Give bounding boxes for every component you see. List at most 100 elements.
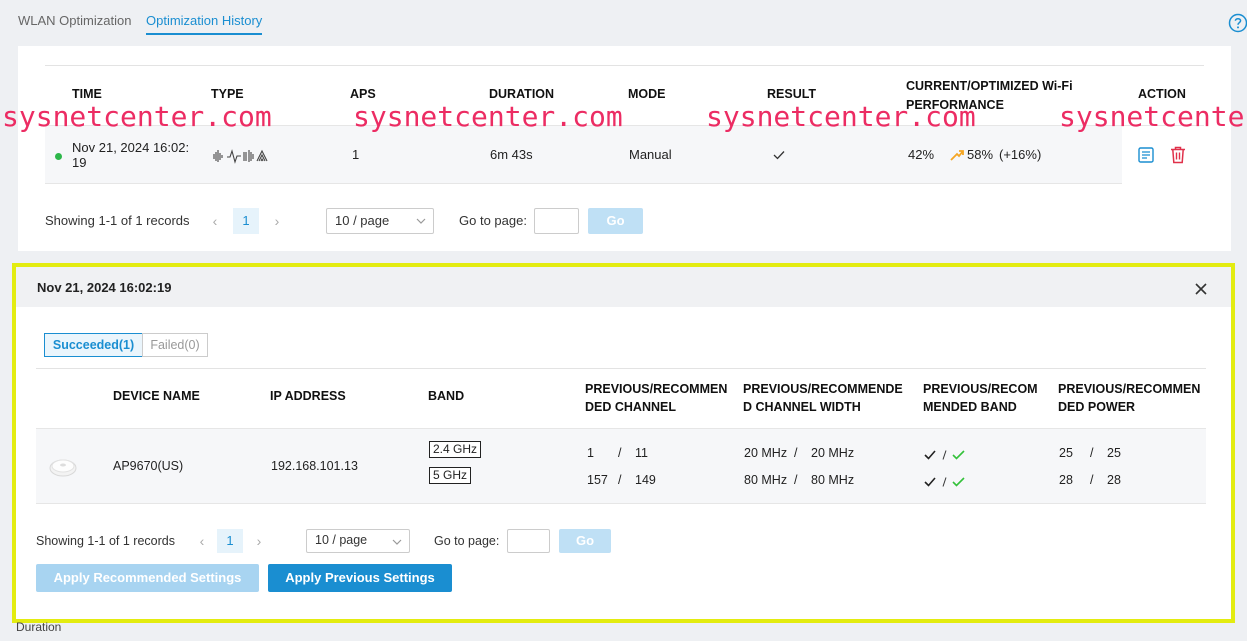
col-performance: CURRENT/OPTIMIZED Wi-Fi PERFORMANCE <box>906 77 1073 115</box>
power-prev-5g: 28 <box>1059 473 1073 487</box>
access-point-icon <box>49 459 77 477</box>
detail-icon[interactable] <box>1138 147 1154 163</box>
ip-address-cell: 192.168.101.13 <box>271 459 358 473</box>
device-name-cell: AP9670(US) <box>113 459 184 473</box>
goto-label: Go to page: <box>459 213 527 228</box>
width-rec-5g: 80 MHz <box>811 473 855 487</box>
tab-optimization-history[interactable]: Optimization History <box>146 13 263 35</box>
band-match-5g <box>924 477 965 487</box>
panel-header: Nov 21, 2024 16:02:19 <box>16 267 1231 307</box>
col-channel-width: PREVIOUS/RECOMMENDE D CHANNEL WIDTH <box>743 380 903 416</box>
col-time: TIME <box>72 87 102 101</box>
separator: / <box>618 446 622 460</box>
width-prev-5g: 80 MHz <box>744 473 788 487</box>
col-device-name: DEVICE NAME <box>113 389 200 403</box>
page-size-value: 10 / page <box>315 533 368 547</box>
col-ip-address: IP ADDRESS <box>270 389 346 403</box>
page-number-button[interactable]: 1 <box>233 208 259 234</box>
channel-prev-2g: 1 <box>587 446 594 460</box>
history-pagination: Showing 1-1 of 1 records ‹ 1 › 10 / page… <box>45 208 745 234</box>
band-tag-5g: 5 GHz <box>429 467 472 484</box>
perf-optimized: 58% <box>967 147 994 162</box>
help-icon[interactable] <box>1228 13 1247 33</box>
col-channel-line2: DED CHANNEL <box>585 400 676 414</box>
aps-cell: 1 <box>352 147 360 162</box>
col-performance-line1: CURRENT/OPTIMIZED Wi-Fi <box>906 79 1073 93</box>
col-channel-line1: PREVIOUS/RECOMMEN <box>585 382 728 396</box>
goto-page-input[interactable] <box>507 529 550 553</box>
col-power: PREVIOUS/RECOMMEN DED POWER <box>1058 380 1200 416</box>
history-card: TIME TYPE APS DURATION MODE RESULT CURRE… <box>18 46 1231 251</box>
time-line2: 19 <box>72 155 87 170</box>
col-recommended-band: PREVIOUS/RECOM MENDED BAND <box>923 380 1038 416</box>
col-width-line1: PREVIOUS/RECOMMENDE <box>743 382 903 396</box>
close-icon[interactable] <box>1195 283 1207 295</box>
duration-cell: 6m 43s <box>490 147 533 162</box>
chevron-down-icon <box>392 539 402 545</box>
time-line1: Nov 21, 2024 16:02: <box>72 140 190 155</box>
col-channel: PREVIOUS/RECOMMEN DED CHANNEL <box>585 380 727 416</box>
tab-succeeded[interactable]: Succeeded(1) <box>44 333 143 357</box>
status-dot <box>55 153 62 160</box>
power-rec-5g: 28 <box>1107 473 1121 487</box>
goto-label: Go to page: <box>434 534 500 548</box>
col-mode: MODE <box>628 87 666 101</box>
device-table-header: DEVICE NAME IP ADDRESS BAND PREVIOUS/REC… <box>36 368 1206 428</box>
width-rec-2g: 20 MHz <box>811 446 855 460</box>
clipped-label: Duration <box>16 620 62 634</box>
col-width-line2: D CHANNEL WIDTH <box>743 400 861 414</box>
channel-rec-2g: 11 <box>635 446 648 460</box>
col-aps: APS <box>350 87 376 101</box>
band-tag-2g: 2.4 GHz <box>429 441 482 458</box>
go-button[interactable]: Go <box>588 208 643 234</box>
col-power-line2: DED POWER <box>1058 400 1136 414</box>
optimization-detail-panel: Nov 21, 2024 16:02:19 Succeeded(1) Faile… <box>12 263 1235 623</box>
prev-page-button[interactable]: ‹ <box>202 208 228 234</box>
delete-icon[interactable] <box>1170 146 1186 164</box>
table-row[interactable]: Nov 21, 2024 16:02: 19 1 6m 43s Manual 4… <box>45 125 1204 185</box>
channel-prev-5g: 157 <box>587 473 608 487</box>
next-page-button[interactable]: › <box>246 529 272 553</box>
apply-recommended-button[interactable]: Apply Recommended Settings <box>36 564 259 592</box>
background-page-fragment: Duration <box>0 620 1247 641</box>
perf-current: 42% <box>908 147 935 162</box>
action-cell <box>1122 126 1204 185</box>
col-performance-line2: PERFORMANCE <box>906 98 1004 112</box>
detail-pagination: Showing 1-1 of 1 records ‹ 1 › 10 / page… <box>36 529 736 553</box>
page-size-select[interactable]: 10 / page <box>326 208 434 234</box>
separator: / <box>1090 446 1094 460</box>
next-page-button[interactable]: › <box>264 208 290 234</box>
chevron-down-icon <box>416 218 426 224</box>
col-band: BAND <box>428 389 465 403</box>
top-tabs: WLAN Optimization Optimization History <box>18 0 1247 40</box>
col-action: ACTION <box>1138 87 1186 101</box>
page-number-button[interactable]: 1 <box>217 529 243 553</box>
page-size-select[interactable]: 10 / page <box>306 529 410 553</box>
tab-wlan-optimization[interactable]: WLAN Optimization <box>18 13 131 28</box>
col-power-line1: PREVIOUS/RECOMMEN <box>1058 382 1201 396</box>
separator: / <box>794 473 798 487</box>
time-cell: Nov 21, 2024 16:02: 19 <box>72 140 192 170</box>
separator: / <box>794 446 798 460</box>
tab-failed[interactable]: Failed(0) <box>142 333 208 357</box>
goto-page-input[interactable] <box>534 208 579 234</box>
trend-up-icon <box>950 150 964 161</box>
col-duration: DURATION <box>489 87 555 101</box>
col-type: TYPE <box>211 87 244 101</box>
width-prev-2g: 20 MHz <box>744 446 788 460</box>
power-rec-2g: 25 <box>1107 446 1121 460</box>
band-match-2g <box>924 450 965 460</box>
mode-cell: Manual <box>629 147 672 162</box>
records-summary: Showing 1-1 of 1 records <box>36 534 175 548</box>
history-table-header: TIME TYPE APS DURATION MODE RESULT CURRE… <box>45 65 1204 125</box>
panel-body: Succeeded(1) Failed(0) DEVICE NAME IP AD… <box>16 307 1231 619</box>
power-prev-2g: 25 <box>1059 446 1073 460</box>
separator: / <box>1090 473 1094 487</box>
table-row[interactable]: AP9670(US) 192.168.101.13 2.4 GHz 5 GHz … <box>36 428 1206 504</box>
perf-delta: (+16%) <box>999 147 1042 162</box>
go-button[interactable]: Go <box>559 529 611 553</box>
result-check-icon <box>773 151 785 160</box>
prev-page-button[interactable]: ‹ <box>189 529 215 553</box>
col-band2-line1: PREVIOUS/RECOM <box>923 382 1038 396</box>
apply-previous-button[interactable]: Apply Previous Settings <box>268 564 452 592</box>
